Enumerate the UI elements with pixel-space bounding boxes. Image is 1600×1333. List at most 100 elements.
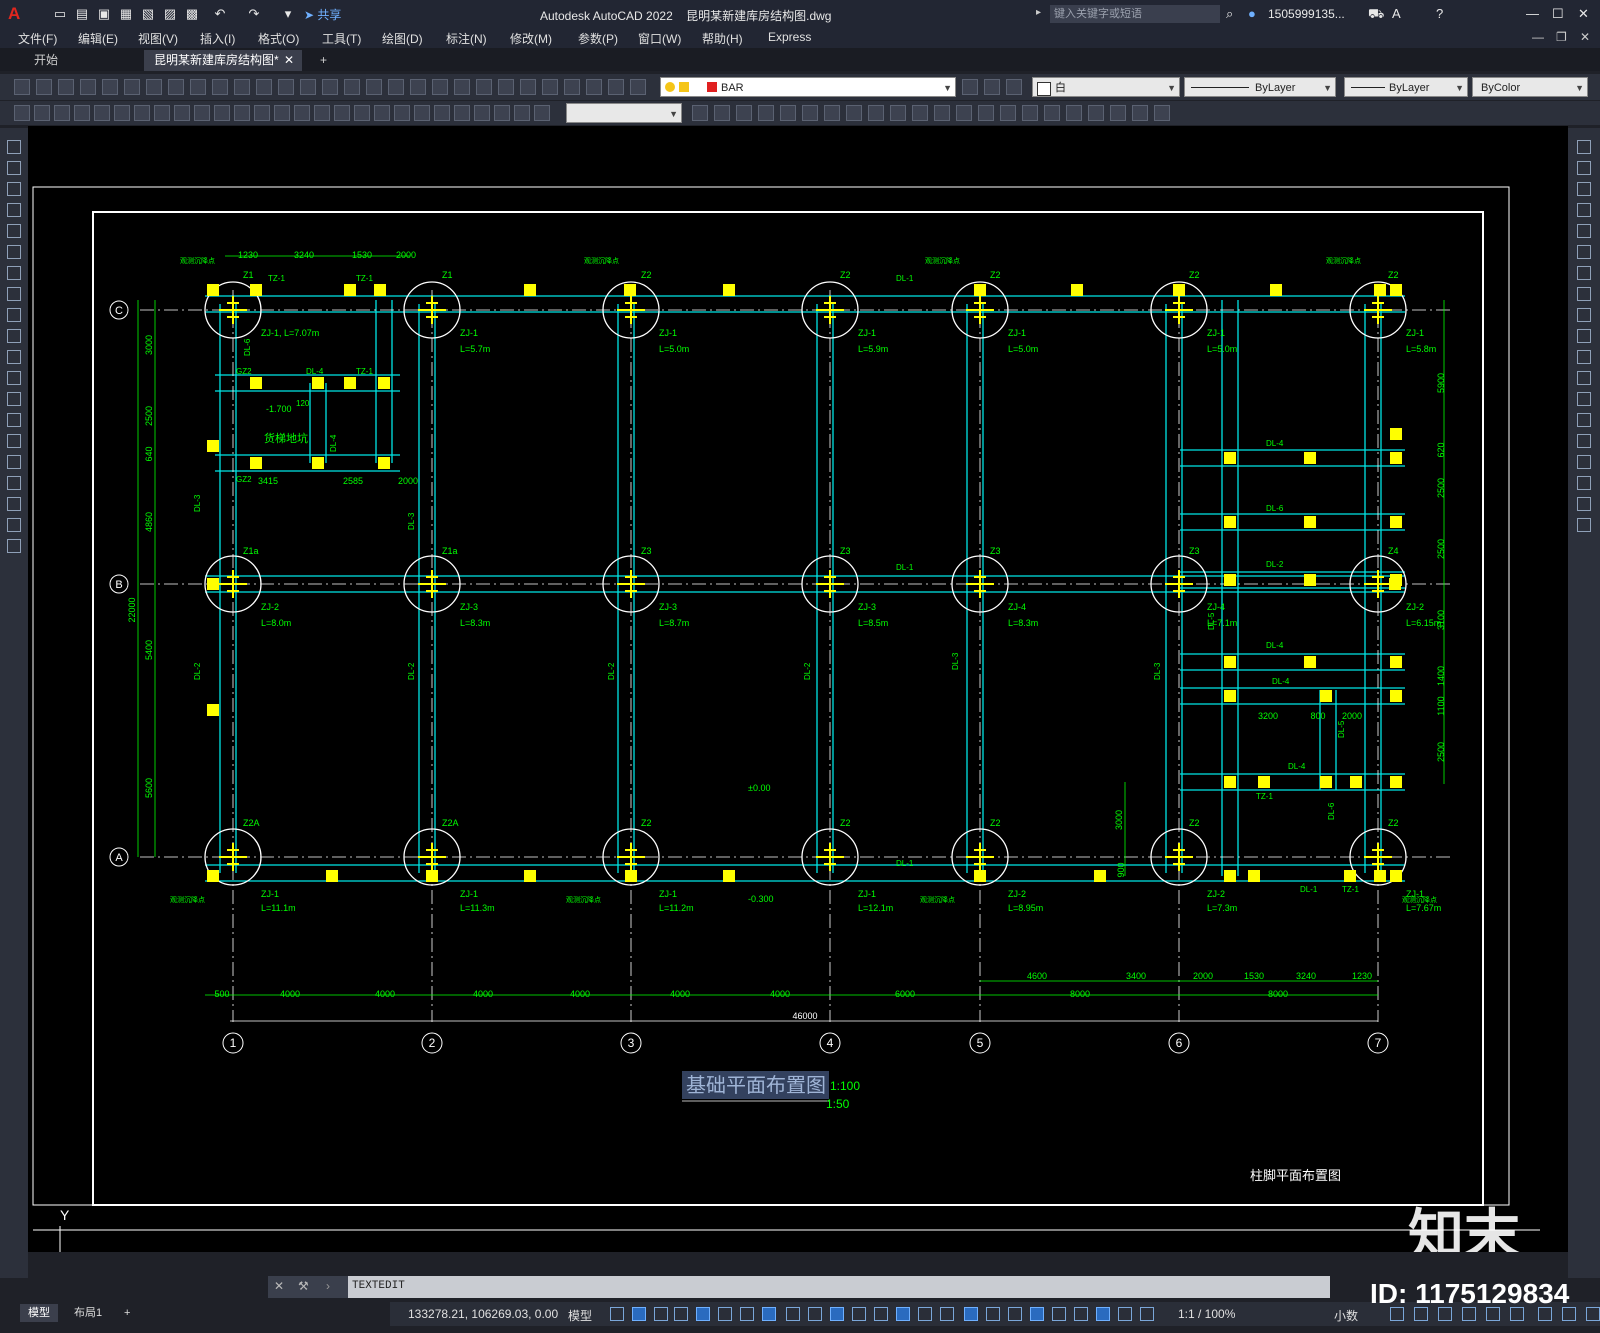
modify-tool-15[interactable] bbox=[1577, 434, 1591, 448]
status-toggle-1[interactable] bbox=[610, 1307, 624, 1321]
dim-toolbar-button-45[interactable] bbox=[1066, 105, 1082, 121]
toolbar-button-16[interactable] bbox=[344, 79, 360, 95]
draw-tool-9[interactable] bbox=[7, 308, 21, 322]
dim-toolbar-button-22[interactable] bbox=[434, 105, 450, 121]
doc-restore-icon[interactable]: ❐ bbox=[1556, 30, 1567, 44]
toolbar-button-6[interactable] bbox=[124, 79, 140, 95]
toolbar-button-33[interactable] bbox=[1006, 79, 1022, 95]
toolbar-button-11[interactable] bbox=[234, 79, 250, 95]
draw-tool-5[interactable] bbox=[7, 224, 21, 238]
dim-toolbar-button-9[interactable] bbox=[174, 105, 190, 121]
toolbar-button-27[interactable] bbox=[586, 79, 602, 95]
tab-drawing[interactable]: 昆明某新建库房结构图* ✕ bbox=[144, 50, 302, 71]
toolbar-button-5[interactable] bbox=[102, 79, 118, 95]
annotation-scale[interactable]: 1:1 / 100% bbox=[1178, 1307, 1235, 1321]
dim-toolbar-button-19[interactable] bbox=[374, 105, 390, 121]
modify-tool-18[interactable] bbox=[1577, 497, 1591, 511]
user-name[interactable]: 1505999135... bbox=[1268, 7, 1345, 21]
dim-toolbar-button-34[interactable] bbox=[824, 105, 840, 121]
status-toggle-14[interactable] bbox=[896, 1307, 910, 1321]
toolbar-button-1[interactable] bbox=[14, 79, 30, 95]
status-toggle-5[interactable] bbox=[696, 1307, 710, 1321]
command-text[interactable]: TEXTEDIT bbox=[352, 1280, 405, 1292]
status-toggle-17[interactable] bbox=[964, 1307, 978, 1321]
modify-tool-14[interactable] bbox=[1577, 413, 1591, 427]
toolbar-button-18[interactable] bbox=[388, 79, 404, 95]
share-button[interactable]: ➤ 共享 bbox=[304, 6, 341, 23]
draw-tool-7[interactable] bbox=[7, 266, 21, 280]
modify-tool-17[interactable] bbox=[1577, 476, 1591, 490]
tab-add[interactable]: + bbox=[310, 50, 337, 71]
dim-toolbar-button-23[interactable] bbox=[454, 105, 470, 121]
autocad-logo[interactable]: A bbox=[8, 4, 26, 24]
modify-tool-3[interactable] bbox=[1577, 182, 1591, 196]
modify-tool-16[interactable] bbox=[1577, 455, 1591, 469]
draw-tool-13[interactable] bbox=[7, 392, 21, 406]
doc-minimize-icon[interactable]: — bbox=[1532, 30, 1544, 44]
status-toggle-20[interactable] bbox=[1030, 1307, 1044, 1321]
dim-toolbar-button-18[interactable] bbox=[354, 105, 370, 121]
dim-toolbar-button-29[interactable] bbox=[714, 105, 730, 121]
draw-tool-17[interactable] bbox=[7, 476, 21, 490]
dim-toolbar-button-27[interactable] bbox=[534, 105, 550, 121]
toolbar-button-19[interactable] bbox=[410, 79, 426, 95]
tab-model[interactable]: 模型 bbox=[20, 1304, 58, 1322]
toolbar-button-10[interactable] bbox=[212, 79, 228, 95]
modify-tool-12[interactable] bbox=[1577, 371, 1591, 385]
menu-tools[interactable]: 工具(T) bbox=[322, 30, 361, 47]
status-toggle-4[interactable] bbox=[674, 1307, 688, 1321]
status-extra-9[interactable] bbox=[1586, 1307, 1600, 1321]
minimize-icon[interactable]: — bbox=[1526, 6, 1539, 22]
close-icon[interactable]: ✕ bbox=[274, 1279, 284, 1293]
modify-tool-9[interactable] bbox=[1577, 308, 1591, 322]
modify-tool-11[interactable] bbox=[1577, 350, 1591, 364]
status-toggle-21[interactable] bbox=[1052, 1307, 1066, 1321]
tab-add-layout[interactable]: + bbox=[116, 1304, 138, 1322]
dim-toolbar-button-8[interactable] bbox=[154, 105, 170, 121]
plot-icon[interactable]: ▩ bbox=[184, 6, 200, 22]
modify-tool-13[interactable] bbox=[1577, 392, 1591, 406]
layer-combo[interactable]: BAR ▼ bbox=[660, 77, 956, 97]
menu-view[interactable]: 视图(V) bbox=[138, 30, 178, 47]
draw-tool-12[interactable] bbox=[7, 371, 21, 385]
draw-tool-15[interactable] bbox=[7, 434, 21, 448]
status-toggle-18[interactable] bbox=[986, 1307, 1000, 1321]
dim-toolbar-button-43[interactable] bbox=[1022, 105, 1038, 121]
status-toggle-22[interactable] bbox=[1074, 1307, 1088, 1321]
draw-tool-6[interactable] bbox=[7, 245, 21, 259]
menu-express[interactable]: Express bbox=[768, 30, 811, 44]
status-toggle-9[interactable] bbox=[786, 1307, 800, 1321]
dim-toolbar-button-38[interactable] bbox=[912, 105, 928, 121]
menu-window[interactable]: 窗口(W) bbox=[638, 30, 681, 47]
tab-start[interactable]: 开始 bbox=[24, 50, 68, 71]
toolbar-button-25[interactable] bbox=[542, 79, 558, 95]
status-toggle-11[interactable] bbox=[830, 1307, 844, 1321]
close-icon[interactable]: ✕ bbox=[1578, 6, 1589, 22]
toolbar-button-17[interactable] bbox=[366, 79, 382, 95]
toolbar-button-22[interactable] bbox=[476, 79, 492, 95]
modify-tool-7[interactable] bbox=[1577, 266, 1591, 280]
menu-edit[interactable]: 编辑(E) bbox=[78, 30, 118, 47]
status-toggle-25[interactable] bbox=[1140, 1307, 1154, 1321]
toolbar-button-3[interactable] bbox=[58, 79, 74, 95]
plotstyle-combo[interactable]: ByColor ▼ bbox=[1472, 77, 1588, 97]
modify-tool-2[interactable] bbox=[1577, 161, 1591, 175]
status-toggle-6[interactable] bbox=[718, 1307, 732, 1321]
menu-dimension[interactable]: 标注(N) bbox=[446, 30, 487, 47]
dim-toolbar-button-13[interactable] bbox=[254, 105, 270, 121]
menu-parametric[interactable]: 参数(P) bbox=[578, 30, 618, 47]
open-icon[interactable]: ▤ bbox=[74, 6, 90, 22]
toolbar-button-20[interactable] bbox=[432, 79, 448, 95]
dim-toolbar-button-35[interactable] bbox=[846, 105, 862, 121]
open-web-icon[interactable]: ▧ bbox=[140, 6, 156, 22]
dim-toolbar-button-6[interactable] bbox=[114, 105, 130, 121]
draw-tool-14[interactable] bbox=[7, 413, 21, 427]
status-toggle-12[interactable] bbox=[852, 1307, 866, 1321]
undo-icon[interactable]: ↶ bbox=[212, 6, 228, 22]
dim-toolbar-button-7[interactable] bbox=[134, 105, 150, 121]
dim-toolbar-button-14[interactable] bbox=[274, 105, 290, 121]
toolbar-button-24[interactable] bbox=[520, 79, 536, 95]
dim-toolbar-button-28[interactable] bbox=[692, 105, 708, 121]
draw-tool-10[interactable] bbox=[7, 329, 21, 343]
draw-tool-4[interactable] bbox=[7, 203, 21, 217]
